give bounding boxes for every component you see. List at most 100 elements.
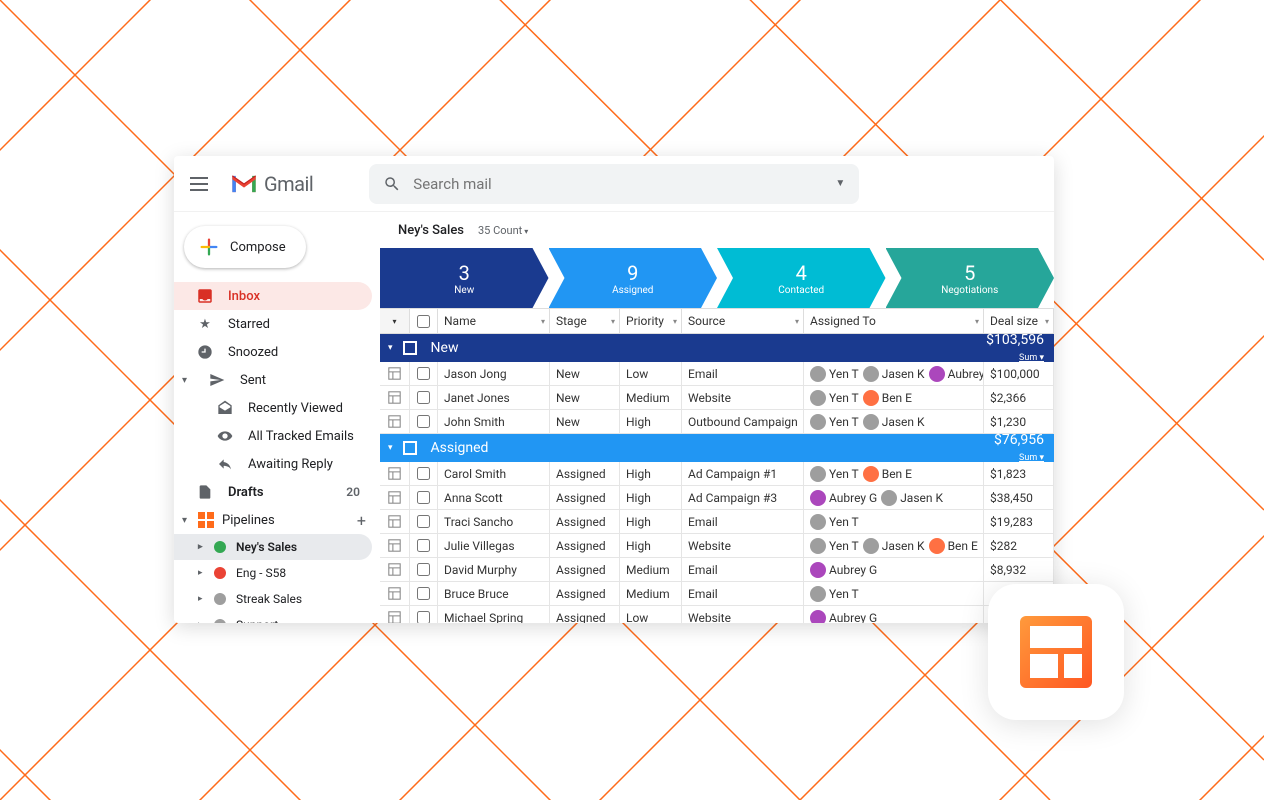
expand-row-icon[interactable] <box>380 462 410 485</box>
cell-priority[interactable]: Medium <box>620 558 682 581</box>
pipeline-item[interactable]: ▸Eng - S58 <box>174 560 372 586</box>
cell-priority[interactable]: High <box>620 462 682 485</box>
expand-row-icon[interactable] <box>380 510 410 533</box>
nav-all-tracked[interactable]: All Tracked Emails <box>174 422 372 450</box>
chevron-down-icon[interactable]: ▾ <box>182 515 190 526</box>
cell-stage[interactable]: Assigned <box>550 582 620 605</box>
cell-assigned[interactable]: Yen TJasen KAubrey G <box>804 362 984 385</box>
expand-row-icon[interactable] <box>380 486 410 509</box>
row-checkbox[interactable] <box>417 611 430 623</box>
row-checkbox[interactable] <box>417 367 430 380</box>
cell-priority[interactable]: High <box>620 534 682 557</box>
cell-stage[interactable]: Assigned <box>550 534 620 557</box>
cell-source[interactable]: Email <box>682 582 804 605</box>
stage-chevron[interactable]: 3New <box>380 248 549 308</box>
cell-assigned[interactable]: Yen T <box>804 510 984 533</box>
assignee-chip[interactable]: Ben E <box>863 390 912 406</box>
pipeline-count-dropdown[interactable]: 35 Count <box>478 224 528 237</box>
assignee-chip[interactable]: Yen T <box>810 514 859 530</box>
sum-label[interactable]: Sum ▾ <box>1019 453 1044 463</box>
table-row[interactable]: Traci SanchoAssignedHighEmailYen T$19,28… <box>380 510 1054 534</box>
cell-priority[interactable]: Medium <box>620 582 682 605</box>
table-row[interactable]: Anna ScottAssignedHighAd Campaign #3Aubr… <box>380 486 1054 510</box>
row-checkbox-cell[interactable] <box>410 486 438 509</box>
table-row[interactable]: Julie VillegasAssignedHighWebsiteYen TJa… <box>380 534 1054 558</box>
row-checkbox[interactable] <box>417 391 430 404</box>
cell-source[interactable]: Ad Campaign #3 <box>682 486 804 509</box>
chevron-right-icon[interactable]: ▸ <box>198 620 204 623</box>
cell-name[interactable]: Janet Jones <box>438 386 550 409</box>
cell-stage[interactable]: Assigned <box>550 510 620 533</box>
table-row[interactable]: Michael SpringAssignedLowWebsiteAubrey G <box>380 606 1054 623</box>
cell-priority[interactable]: Low <box>620 606 682 623</box>
cell-source[interactable]: Email <box>682 558 804 581</box>
pipeline-item[interactable]: ▸Ney's Sales <box>174 534 372 560</box>
cell-deal-size[interactable]: $19,283 <box>984 510 1054 533</box>
row-checkbox[interactable] <box>417 563 430 576</box>
row-checkbox-cell[interactable] <box>410 582 438 605</box>
cell-stage[interactable]: Assigned <box>550 606 620 623</box>
assignee-chip[interactable]: Yen T <box>810 538 859 554</box>
pipeline-item[interactable]: ▸Streak Sales <box>174 586 372 612</box>
search-bar[interactable]: ▼ <box>369 164 859 204</box>
cell-source[interactable]: Email <box>682 362 804 385</box>
cell-name[interactable]: Carol Smith <box>438 462 550 485</box>
assignee-chip[interactable]: Ben E <box>863 466 912 482</box>
cell-stage[interactable]: Assigned <box>550 462 620 485</box>
expand-row-icon[interactable] <box>380 534 410 557</box>
nav-drafts[interactable]: Drafts 20 <box>174 478 372 506</box>
cell-stage[interactable]: Assigned <box>550 486 620 509</box>
cell-name[interactable]: John Smith <box>438 410 550 433</box>
row-checkbox[interactable] <box>417 587 430 600</box>
chevron-right-icon[interactable]: ▸ <box>198 594 204 604</box>
table-row[interactable]: Jason JongNewLowEmailYen TJasen KAubrey … <box>380 362 1054 386</box>
assignee-chip[interactable]: Yen T <box>810 466 859 482</box>
cell-source[interactable]: Website <box>682 606 804 623</box>
cell-assigned[interactable]: Yen TJasen K <box>804 410 984 433</box>
assignee-chip[interactable]: Jasen K <box>881 490 943 506</box>
cell-stage[interactable]: Assigned <box>550 558 620 581</box>
add-pipeline-icon[interactable]: + <box>357 511 366 530</box>
cell-source[interactable]: Email <box>682 510 804 533</box>
nav-recently-viewed[interactable]: Recently Viewed <box>174 394 372 422</box>
chevron-right-icon[interactable]: ▸ <box>198 542 204 552</box>
assignee-chip[interactable]: Yen T <box>810 390 859 406</box>
assignee-chip[interactable]: Jasen K <box>863 414 925 430</box>
assignee-chip[interactable]: Aubrey G <box>810 490 877 506</box>
stage-chevron[interactable]: 5Negotiations <box>886 248 1055 308</box>
hamburger-menu-icon[interactable] <box>190 172 214 196</box>
cell-assigned[interactable]: Yen T <box>804 582 984 605</box>
cell-stage[interactable]: New <box>550 362 620 385</box>
cell-source[interactable]: Ad Campaign #1 <box>682 462 804 485</box>
column-stage[interactable]: Stage▾ <box>550 309 620 333</box>
cell-name[interactable]: David Murphy <box>438 558 550 581</box>
column-priority[interactable]: Priority▾ <box>620 309 682 333</box>
cell-assigned[interactable]: Yen TBen E <box>804 462 984 485</box>
cell-name[interactable]: Traci Sancho <box>438 510 550 533</box>
assignee-chip[interactable]: Ben E <box>929 538 978 554</box>
row-checkbox[interactable] <box>417 415 430 428</box>
expand-row-icon[interactable] <box>380 410 410 433</box>
nav-starred[interactable]: ★ Starred <box>174 310 372 338</box>
expand-row-icon[interactable] <box>380 362 410 385</box>
cell-name[interactable]: Jason Jong <box>438 362 550 385</box>
row-checkbox-cell[interactable] <box>410 606 438 623</box>
stage-chevron[interactable]: 9Assigned <box>549 248 718 308</box>
column-source[interactable]: Source▾ <box>682 309 804 333</box>
cell-deal-size[interactable]: $1,230 <box>984 410 1054 433</box>
chevron-right-icon[interactable]: ▸ <box>198 568 204 578</box>
cell-priority[interactable]: High <box>620 486 682 509</box>
nav-awaiting-reply[interactable]: Awaiting Reply <box>174 450 372 478</box>
row-checkbox-cell[interactable] <box>410 534 438 557</box>
cell-stage[interactable]: New <box>550 386 620 409</box>
assignee-chip[interactable]: Yen T <box>810 414 859 430</box>
row-checkbox[interactable] <box>417 467 430 480</box>
nav-inbox[interactable]: Inbox <box>174 282 372 310</box>
row-checkbox-cell[interactable] <box>410 558 438 581</box>
column-deal-size[interactable]: Deal size▾ <box>984 309 1054 333</box>
table-row[interactable]: Bruce BruceAssignedMediumEmailYen T <box>380 582 1054 606</box>
table-row[interactable]: John SmithNewHighOutbound CampaignYen TJ… <box>380 410 1054 434</box>
cell-priority[interactable]: Medium <box>620 386 682 409</box>
assignee-chip[interactable]: Jasen K <box>863 366 925 382</box>
cell-assigned[interactable]: Aubrey G <box>804 558 984 581</box>
